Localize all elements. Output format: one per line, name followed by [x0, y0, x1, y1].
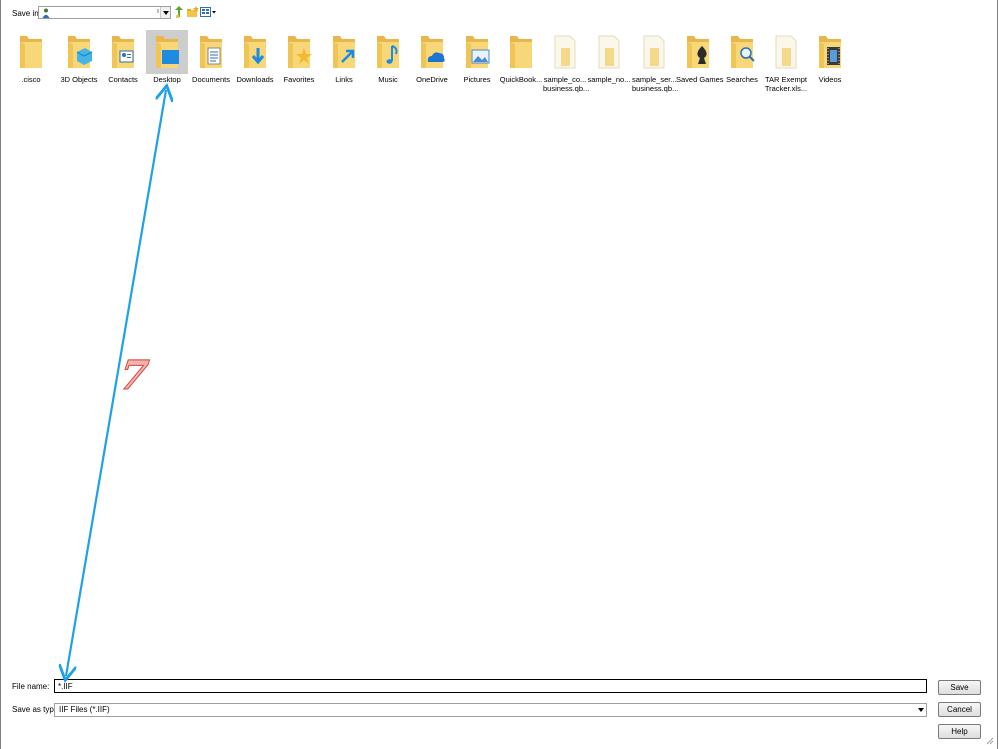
file-item[interactable]: Downloads — [233, 30, 277, 84]
cancel-button[interactable]: Cancel — [938, 702, 981, 717]
save-in-dropdown-button[interactable] — [160, 7, 170, 18]
file-item-label: Searches — [726, 75, 758, 84]
file-item-label: .cisco — [21, 75, 41, 84]
downloads-folder-icon — [234, 30, 276, 74]
file-item[interactable]: 3D Objects — [57, 30, 101, 84]
file-icon — [633, 30, 675, 74]
file-item[interactable]: sample_ser... business.qb... — [632, 30, 679, 93]
file-item-label: Saved Games — [676, 75, 724, 84]
file-item[interactable]: OneDrive — [410, 30, 454, 84]
folder-icon — [500, 30, 542, 74]
file-item[interactable]: Documents — [189, 30, 233, 84]
file-icon — [544, 30, 586, 74]
file-icon — [765, 30, 807, 74]
file-item[interactable]: Pictures — [455, 30, 499, 84]
file-item-label: Downloads — [236, 75, 274, 84]
3d-objects-folder-icon — [58, 30, 100, 74]
file-item-label-line2: business.qb... — [632, 84, 679, 93]
file-item-label: 3D Objects — [60, 75, 98, 84]
file-item-label: Links — [335, 75, 353, 84]
file-item-label-line2: Tracker.xls... — [764, 84, 808, 93]
favorites-folder-icon — [278, 30, 320, 74]
window-left-border — [0, 0, 1, 749]
videos-folder-icon — [809, 30, 851, 74]
onedrive-folder-icon — [411, 30, 453, 74]
links-folder-icon — [323, 30, 365, 74]
file-item-label: Desktop — [153, 75, 181, 84]
up-one-level-icon[interactable] — [173, 6, 185, 18]
file-item-label: Music — [378, 75, 398, 84]
annotation-step-number: 7 — [116, 352, 152, 400]
file-item[interactable]: .cisco — [9, 30, 53, 84]
saved-games-folder-icon — [677, 30, 719, 74]
file-item[interactable]: sample_co... business.qb... — [543, 30, 590, 93]
file-item[interactable]: Favorites — [277, 30, 321, 84]
chevron-down-icon — [162, 10, 169, 15]
save-as-type-select[interactable]: IIF Files (*.IIF) — [54, 703, 927, 717]
pictures-folder-icon — [456, 30, 498, 74]
annotation-arrow — [0, 0, 999, 749]
file-item-label: sample_ser... — [632, 75, 677, 84]
file-item[interactable]: TAR Exempt Tracker.xls... — [764, 30, 808, 93]
save-as-type-dropdown-button[interactable] — [916, 704, 926, 716]
file-name-input[interactable] — [54, 679, 927, 693]
new-folder-icon[interactable] — [187, 6, 199, 18]
file-icon — [588, 30, 630, 74]
help-button[interactable]: Help — [938, 724, 981, 739]
view-menu-icon[interactable] — [200, 6, 216, 18]
contacts-folder-icon — [102, 30, 144, 74]
file-item-label: TAR Exempt — [765, 75, 807, 84]
resize-grip-icon[interactable] — [984, 735, 994, 745]
desktop-folder-icon — [146, 30, 188, 74]
folder-icon — [10, 30, 52, 74]
music-folder-icon — [367, 30, 409, 74]
chevron-down-icon — [918, 708, 924, 712]
save-in-value: ı — [157, 8, 159, 15]
file-item-label: Favorites — [283, 75, 315, 84]
save-as-type-value: IIF Files (*.IIF) — [59, 705, 110, 714]
file-item-label: OneDrive — [416, 75, 448, 84]
documents-folder-icon — [190, 30, 232, 74]
file-item[interactable]: sample_no... — [587, 30, 631, 84]
searches-folder-icon — [721, 30, 763, 74]
file-item-label: Documents — [192, 75, 230, 84]
save-in-combobox[interactable]: ı — [38, 6, 171, 19]
file-item[interactable]: Music — [366, 30, 410, 84]
file-item[interactable]: Desktop — [145, 30, 189, 84]
file-item-label: Pictures — [463, 75, 491, 84]
save-in-toolbar: Save in: — [12, 5, 41, 21]
file-item[interactable]: QuickBook... — [499, 30, 543, 84]
file-item[interactable]: Links — [322, 30, 366, 84]
file-item[interactable]: Videos — [808, 30, 852, 84]
file-item[interactable]: Saved Games — [676, 30, 724, 84]
file-item-label: Videos — [818, 75, 842, 84]
file-item[interactable]: Contacts — [101, 30, 145, 84]
file-item-label: sample_no... — [587, 75, 631, 84]
file-item-label-line2: business.qb... — [543, 84, 590, 93]
file-item[interactable]: Searches — [720, 30, 764, 84]
file-item-label: QuickBook... — [499, 75, 543, 84]
window-right-border — [997, 0, 998, 749]
save-in-label: Save in: — [12, 8, 41, 18]
user-folder-icon — [42, 8, 50, 18]
save-button[interactable]: Save — [938, 680, 981, 695]
file-item-label: sample_co... — [543, 75, 587, 84]
file-item-label: Contacts — [108, 75, 138, 84]
file-name-label: File name: — [12, 682, 50, 691]
